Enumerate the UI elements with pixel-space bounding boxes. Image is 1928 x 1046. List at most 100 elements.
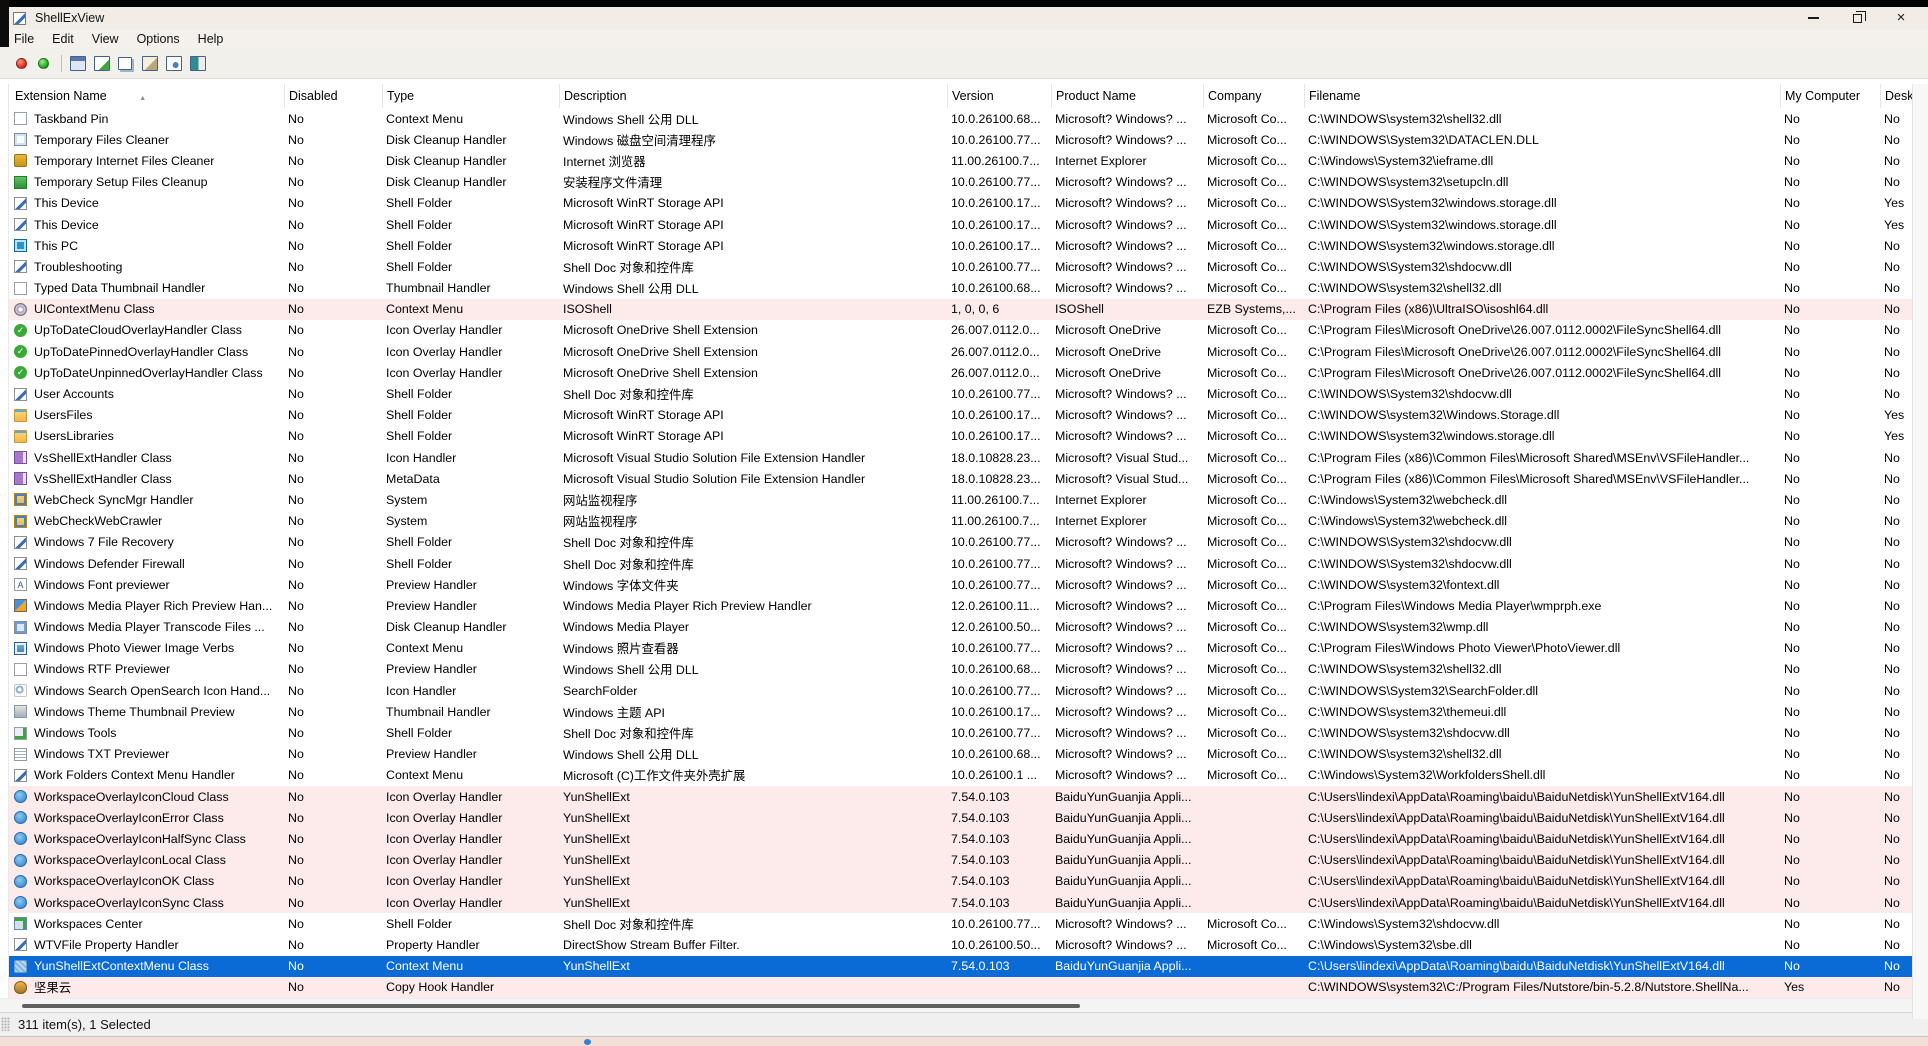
table-row[interactable]: Windows Media Player Transcode Files ...…: [9, 616, 1912, 638]
extension-name-text: This PC: [34, 238, 79, 253]
table-row[interactable]: YunShellExtContextMenu Class No Context …: [9, 955, 1912, 977]
column-header-my-computer[interactable]: My Computer: [1780, 84, 1880, 108]
table-row[interactable]: Temporary Files Cleaner No Disk Cleanup …: [9, 129, 1912, 151]
menu-options[interactable]: Options: [128, 30, 189, 48]
table-row[interactable]: This PC No Shell Folder Microsoft WinRT …: [9, 235, 1912, 257]
enable-item-button[interactable]: [38, 58, 49, 69]
table-row[interactable]: Windows Defender Firewall No Shell Folde…: [9, 552, 1912, 575]
exit-icon[interactable]: [190, 56, 206, 71]
table-row[interactable]: Troubleshooting No Shell Folder Shell Do…: [9, 256, 1912, 278]
table-row[interactable]: UpToDateCloudOverlayHandler Class No Ico…: [9, 319, 1912, 342]
table-row[interactable]: WorkspaceOverlayIconLocal Class No Icon …: [9, 849, 1912, 871]
table-row[interactable]: This Device No Shell Folder Microsoft Wi…: [9, 213, 1912, 236]
cell-disabled: No: [288, 620, 304, 635]
menu-view[interactable]: View: [83, 30, 128, 48]
minimize-button[interactable]: [1806, 11, 1820, 25]
table-row[interactable]: Temporary Setup Files Cleanup No Disk Cl…: [9, 171, 1912, 193]
table-row[interactable]: UsersLibraries No Shell Folder Microsoft…: [9, 425, 1912, 447]
column-header-disabled[interactable]: Disabled: [284, 84, 382, 108]
cell-version: 11.00.26100.7...: [951, 514, 1040, 529]
column-header-desk[interactable]: Desk: [1880, 84, 1912, 108]
table-row[interactable]: UpToDatePinnedOverlayHandler Class No Ic…: [9, 341, 1912, 363]
cell-desk: No: [1884, 535, 1900, 550]
table-row[interactable]: WebCheck SyncMgr Handler No System 网站监视程…: [9, 489, 1912, 511]
table-row[interactable]: UpToDateUnpinnedOverlayHandler Class No …: [9, 362, 1912, 384]
menu-help[interactable]: Help: [189, 30, 233, 48]
cell-desk: Yes: [1884, 408, 1905, 423]
cell-desk: No: [1884, 937, 1900, 952]
column-header-extension-name[interactable]: Extension Name ▴: [9, 84, 284, 108]
properties-icon[interactable]: [142, 56, 158, 71]
save-icon[interactable]: [70, 56, 86, 71]
horizontal-scrollbar-thumb[interactable]: [22, 1003, 1080, 1008]
cell-desk: No: [1884, 450, 1900, 465]
table-row[interactable]: Windows RTF Previewer No Preview Handler…: [9, 658, 1912, 681]
find-icon[interactable]: [166, 56, 182, 71]
column-header-type[interactable]: Type: [382, 84, 559, 108]
table-row[interactable]: Windows TXT Previewer No Preview Handler…: [9, 743, 1912, 765]
cell-type: Preview Handler: [386, 577, 477, 592]
table-row[interactable]: WorkspaceOverlayIconCloud Class No Icon …: [9, 786, 1912, 808]
table-row[interactable]: Windows Font previewer No Preview Handle…: [9, 574, 1912, 596]
table-row[interactable]: Windows 7 File Recovery No Shell Folder …: [9, 531, 1912, 553]
table-row[interactable]: WorkspaceOverlayIconSync Class No Icon O…: [9, 891, 1912, 914]
table-row[interactable]: WorkspaceOverlayIconOK Class No Icon Ove…: [9, 870, 1912, 892]
table-row[interactable]: Windows Search OpenSearch Icon Hand... N…: [9, 680, 1912, 702]
refresh-icon[interactable]: [94, 56, 110, 71]
table-row[interactable]: This Device No Shell Folder Microsoft Wi…: [9, 192, 1912, 214]
cell-extension-name: Windows RTF Previewer: [9, 662, 284, 676]
table-row[interactable]: Workspaces Center No Shell Folder Shell …: [9, 913, 1912, 935]
cell-filename: C:\Program Files\Windows Photo Viewer\Ph…: [1308, 641, 1621, 656]
cell-my-computer: No: [1784, 916, 1800, 931]
horizontal-scrollbar[interactable]: [0, 997, 1928, 1012]
vertical-scrollbar[interactable]: [1912, 84, 1928, 1019]
column-header-product-name[interactable]: Product Name: [1051, 84, 1203, 108]
extension-name-text: Windows Photo Viewer Image Verbs: [34, 641, 235, 656]
cell-description: Microsoft WinRT Storage API: [563, 196, 724, 211]
cell-version: 10.0.26100.17...: [951, 196, 1041, 211]
table-row[interactable]: UIContextMenu Class No Context Menu ISOS…: [9, 298, 1912, 320]
cell-type: Icon Handler: [386, 450, 457, 465]
table-row[interactable]: 坚果云 No Copy Hook Handler C:\WINDOWS\syst…: [9, 976, 1912, 998]
table-row[interactable]: Taskband Pin No Context Menu Windows She…: [9, 108, 1912, 130]
copy-icon[interactable]: [118, 57, 132, 70]
cell-extension-name: Temporary Setup Files Cleanup: [9, 175, 284, 189]
table-row[interactable]: Work Folders Context Menu Handler No Con…: [9, 764, 1912, 786]
table-row[interactable]: Typed Data Thumbnail Handler No Thumbnai…: [9, 277, 1912, 299]
cell-extension-name: WorkspaceOverlayIconSync Class: [9, 896, 284, 910]
table-row[interactable]: VsShellExtHandler Class No MetaData Micr…: [9, 468, 1912, 490]
toolbar: [0, 49, 1928, 79]
cell-filename: C:\WINDOWS\system32\fontext.dll: [1308, 577, 1500, 592]
cell-product-name: Microsoft? Windows? ...: [1055, 556, 1187, 571]
cell-company: Microsoft Co...: [1207, 492, 1287, 507]
table-row[interactable]: WTVFile Property Handler No Property Han…: [9, 934, 1912, 956]
cell-filename: C:\Users\lindexi\AppData\Roaming\baidu\B…: [1308, 831, 1725, 846]
cell-extension-name: UpToDateUnpinnedOverlayHandler Class: [9, 366, 284, 380]
column-header-version[interactable]: Version: [947, 84, 1051, 108]
row-icon: [14, 684, 27, 698]
column-header-company[interactable]: Company: [1203, 84, 1304, 108]
table-row[interactable]: Windows Tools No Shell Folder Shell Doc …: [9, 722, 1912, 744]
restore-button[interactable]: [1850, 10, 1866, 25]
table-row[interactable]: Windows Theme Thumbnail Preview No Thumb…: [9, 701, 1912, 723]
table-row[interactable]: Temporary Internet Files Cleaner No Disk…: [9, 150, 1912, 172]
table-row[interactable]: UsersFiles No Shell Folder Microsoft Win…: [9, 404, 1912, 426]
column-header-description[interactable]: Description: [559, 84, 947, 108]
table-row[interactable]: User Accounts No Shell Folder Shell Doc …: [9, 383, 1912, 405]
table-row[interactable]: WorkspaceOverlayIconHalfSync Class No Ic…: [9, 828, 1912, 850]
cell-company: Microsoft Co...: [1207, 323, 1287, 338]
close-button[interactable]: ×: [1894, 10, 1908, 25]
cell-disabled: No: [288, 344, 304, 359]
menu-edit[interactable]: Edit: [43, 30, 83, 48]
table-row[interactable]: VsShellExtHandler Class No Icon Handler …: [9, 447, 1912, 469]
table-row[interactable]: Windows Media Player Rich Preview Han...…: [9, 595, 1912, 617]
table-row[interactable]: WebCheckWebCrawler No System 网站监视程序 11.0…: [9, 510, 1912, 532]
table-row[interactable]: WorkspaceOverlayIconError Class No Icon …: [9, 807, 1912, 829]
cell-my-computer: No: [1784, 450, 1800, 465]
disable-item-button[interactable]: [16, 58, 27, 69]
cell-disabled: No: [288, 196, 304, 211]
column-header-filename[interactable]: Filename: [1304, 84, 1780, 108]
table-row[interactable]: Windows Photo Viewer Image Verbs No Cont…: [9, 637, 1912, 659]
cell-disabled: No: [288, 704, 304, 719]
menu-file[interactable]: File: [5, 30, 43, 48]
